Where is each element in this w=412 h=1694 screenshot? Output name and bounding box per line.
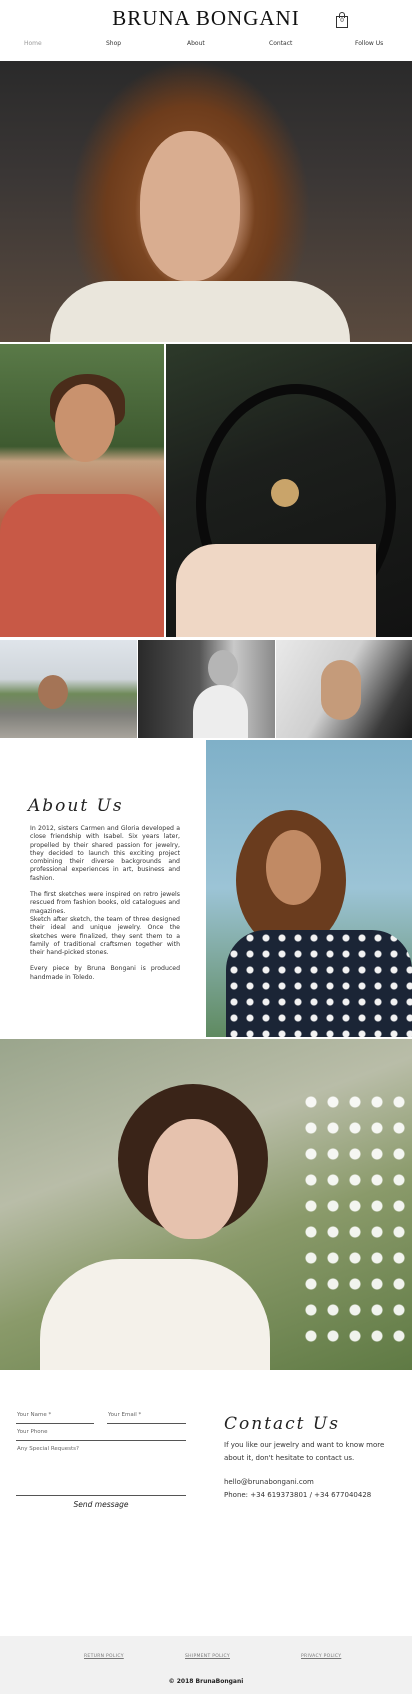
copyright: © 2018 BrunaBongani xyxy=(168,1678,244,1685)
arm-bracelet xyxy=(321,660,361,720)
red-dress-photo xyxy=(0,344,164,637)
road-portrait xyxy=(38,675,68,709)
contact-phone: Phone: +34 619373801 / +34 677040428 xyxy=(224,1491,372,1499)
bw-head xyxy=(208,650,238,686)
about-paragraph: In 2012, sisters Carmen and Gloria devel… xyxy=(30,825,180,882)
red-dress-head xyxy=(55,384,115,462)
polka-dot-photo xyxy=(206,740,412,1037)
nav-about[interactable]: About xyxy=(187,40,205,47)
about-paragraph: Sketch after sketch, the team of three d… xyxy=(30,915,180,957)
name-field[interactable]: Your Name * xyxy=(16,1410,94,1424)
nav-home[interactable]: Home xyxy=(24,40,42,47)
garden-portrait-photo xyxy=(0,1039,412,1370)
contact-title: Contact Us xyxy=(224,1414,340,1434)
red-dress xyxy=(0,494,164,637)
about-title: About Us xyxy=(28,796,124,816)
site-header: BRUNA BONGANI 0 Home Shop About Contact … xyxy=(0,0,412,61)
about-paragraph: Every piece by Bruna Bongani is produced… xyxy=(30,965,180,981)
dots-face xyxy=(266,830,321,905)
hero-face xyxy=(140,131,240,281)
privacy-policy-link[interactable]: PRIVACY POLICY xyxy=(301,1654,341,1659)
send-message-button[interactable]: Send message xyxy=(16,1500,186,1509)
return-policy-link[interactable]: RETURN POLICY xyxy=(84,1654,124,1659)
requests-field[interactable]: Any Special Requests? xyxy=(16,1444,186,1496)
nav-follow-us[interactable]: Follow Us xyxy=(355,40,383,47)
about-paragraph: The first sketches were inspired on retr… xyxy=(30,891,180,915)
about-text: In 2012, sisters Carmen and Gloria devel… xyxy=(30,825,180,990)
white-flowers xyxy=(300,1089,410,1349)
shipment-policy-link[interactable]: SHIPMENT POLICY xyxy=(185,1654,230,1659)
cart-count: 0 xyxy=(340,17,344,24)
phone-field[interactable]: Your Phone xyxy=(16,1427,186,1441)
road-photo xyxy=(0,640,137,738)
nav-contact[interactable]: Contact xyxy=(269,40,292,47)
contact-text: If you like our jewelry and want to know… xyxy=(224,1441,385,1462)
garden-blouse xyxy=(40,1259,270,1370)
car-bracelet-photo xyxy=(276,640,412,738)
nav-shop[interactable]: Shop xyxy=(106,40,121,47)
sleeve xyxy=(176,544,376,637)
garden-face xyxy=(148,1119,238,1239)
hero-photo xyxy=(0,61,412,342)
contact-email[interactable]: hello@brunabongani.com xyxy=(224,1478,314,1486)
phone-placeholder: Your Phone xyxy=(17,1429,48,1435)
bw-body xyxy=(193,685,248,738)
email-field[interactable]: Your Email * xyxy=(107,1410,186,1424)
hero-jacket xyxy=(50,281,350,342)
black-white-photo xyxy=(138,640,275,738)
name-placeholder: Your Name * xyxy=(17,1412,52,1418)
polka-dot-dress xyxy=(226,930,412,1037)
steering-wheel-photo xyxy=(166,344,412,637)
bracelet-watch xyxy=(271,479,299,507)
site-footer: RETURN POLICY SHIPMENT POLICY PRIVACY PO… xyxy=(0,1636,412,1694)
main-nav: Home Shop About Contact Follow Us xyxy=(0,40,412,54)
email-placeholder: Your Email * xyxy=(108,1412,142,1418)
requests-placeholder: Any Special Requests? xyxy=(17,1446,79,1452)
cart-icon[interactable]: 0 xyxy=(336,12,350,28)
brand-logo[interactable]: BRUNA BONGANI xyxy=(0,6,412,31)
